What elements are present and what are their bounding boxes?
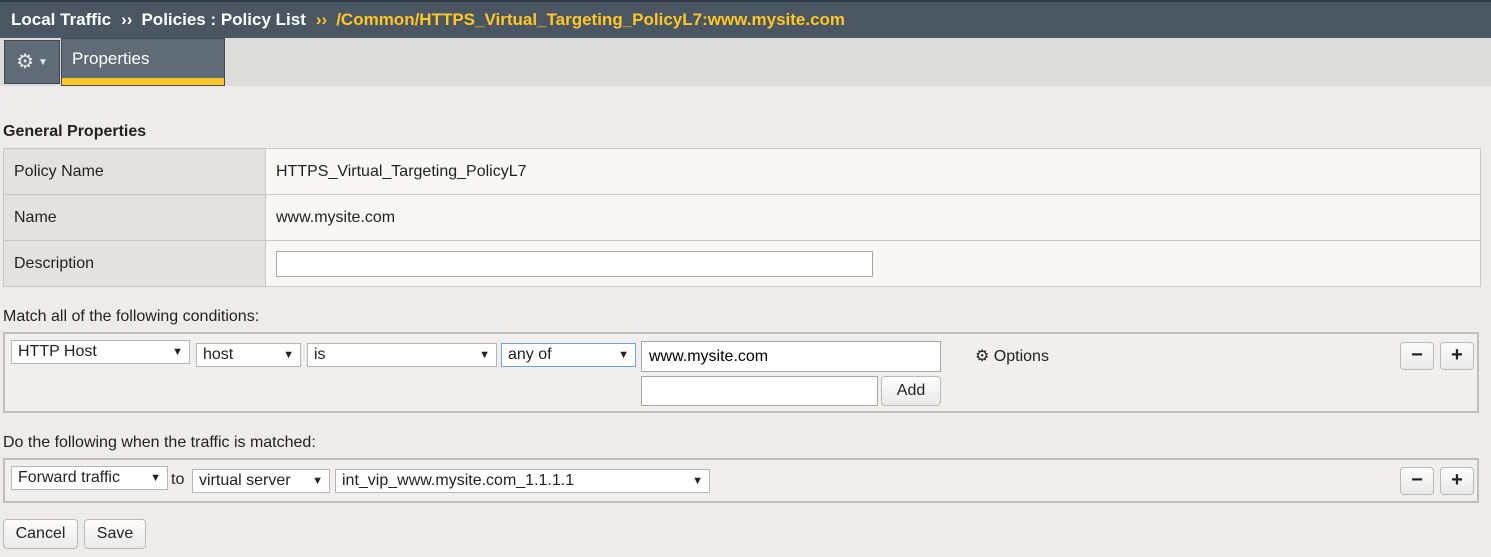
cancel-button[interactable]: Cancel [3, 519, 78, 549]
options-button[interactable]: ⚙ Options [975, 346, 1049, 366]
target-virtual-server-select[interactable]: int_vip_www.mysite.com_1.1.1.1 ▼ [335, 469, 710, 493]
chevron-down-icon: ▼ [283, 349, 294, 361]
condition-attribute-value: host [203, 346, 234, 363]
gear-icon: ⚙ [975, 348, 990, 365]
condition-match-select[interactable]: any of ▼ [501, 343, 636, 367]
settings-menu-button[interactable]: ⚙ ▼ [4, 40, 60, 84]
condition-operator-value: is [314, 346, 326, 363]
action-select[interactable]: Forward traffic ▼ [11, 466, 168, 490]
chevron-down-icon: ▼ [312, 475, 323, 487]
table-row: Description [3, 240, 1481, 287]
description-field[interactable] [276, 250, 873, 277]
save-button[interactable]: Save [84, 519, 146, 549]
breadcrumb-policy-list[interactable]: Policies : Policy List [141, 10, 305, 29]
name-value: www.mysite.com [265, 194, 1481, 241]
section-title-general-properties: General Properties [3, 123, 147, 140]
condition-new-value-field[interactable] [641, 376, 878, 406]
table-row: Name www.mysite.com [3, 194, 1481, 241]
breadcrumb-separator: ›› [121, 10, 133, 29]
actions-heading: Do the following when the traffic is mat… [3, 434, 316, 451]
chevron-down-icon: ▼ [618, 349, 629, 361]
target-type-value: virtual server [199, 472, 291, 489]
chevron-down-icon: ▼ [38, 56, 48, 68]
condition-type-value: HTTP Host [18, 343, 97, 360]
condition-attribute-select[interactable]: host ▼ [196, 343, 301, 367]
conditions-panel: HTTP Host ▼ host ▼ is ▼ any of ▼ Add ⚙ Optio… [3, 332, 1479, 413]
name-label: Name [3, 194, 266, 241]
condition-value-field[interactable] [641, 341, 941, 372]
options-label: Options [993, 348, 1049, 365]
condition-operator-select[interactable]: is ▼ [307, 343, 497, 367]
actions-panel: Forward traffic ▼ to virtual server ▼ int_… [3, 458, 1479, 503]
policy-name-value: HTTPS_Virtual_Targeting_PolicyL7 [265, 148, 1481, 195]
description-cell [265, 240, 1481, 287]
add-action-button[interactable]: + [1440, 467, 1474, 495]
policy-name-label: Policy Name [3, 148, 266, 195]
action-value: Forward traffic [18, 469, 120, 486]
chevron-down-icon: ▼ [172, 346, 183, 358]
breadcrumb-separator: ›› [315, 10, 328, 29]
breadcrumb: Local Traffic ›› Policies : Policy List ›› /… [0, 0, 1491, 38]
chevron-down-icon: ▼ [150, 472, 161, 484]
remove-condition-button[interactable]: − [1400, 342, 1434, 370]
table-row: Policy Name HTTPS_Virtual_Targeting_Poli… [3, 148, 1481, 195]
general-properties-table: Policy Name HTTPS_Virtual_Targeting_Poli… [3, 148, 1481, 287]
breadcrumb-current: /Common/HTTPS_Virtual_Targeting_PolicyL7… [336, 10, 846, 29]
tab-properties[interactable]: Properties [61, 38, 225, 86]
condition-match-value: any of [508, 346, 552, 363]
remove-action-button[interactable]: − [1400, 467, 1434, 495]
condition-type-select[interactable]: HTTP Host ▼ [11, 340, 190, 364]
to-label: to [171, 471, 185, 488]
tab-strip: ⚙ ▼ Properties [0, 38, 1491, 86]
add-condition-button[interactable]: + [1440, 342, 1474, 370]
chevron-down-icon: ▼ [692, 475, 703, 487]
target-value: int_vip_www.mysite.com_1.1.1.1 [342, 472, 575, 489]
breadcrumb-local-traffic[interactable]: Local Traffic [11, 10, 111, 29]
chevron-down-icon: ▼ [479, 349, 490, 361]
conditions-heading: Match all of the following conditions: [3, 308, 260, 325]
target-type-select[interactable]: virtual server ▼ [192, 469, 330, 493]
gear-icon: ⚙ [16, 51, 35, 73]
description-label: Description [3, 240, 266, 287]
add-value-button[interactable]: Add [881, 376, 941, 406]
